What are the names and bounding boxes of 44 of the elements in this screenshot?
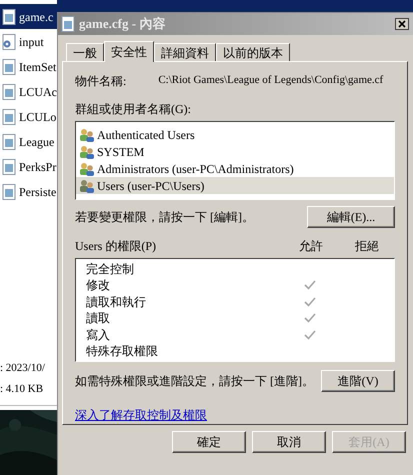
deny-header: 拒絕: [354, 238, 380, 255]
file-item[interactable]: input: [0, 29, 57, 54]
users-icon: [79, 178, 95, 192]
group-item[interactable]: SYSTEM: [76, 143, 394, 160]
file-item[interactable]: PerksPr: [0, 154, 57, 179]
file-item[interactable]: game.c: [0, 4, 57, 29]
file-item[interactable]: League: [0, 129, 57, 154]
permission-name: 讀取和執行: [86, 294, 147, 311]
groups-label: 群組或使用者名稱(G):: [75, 101, 192, 118]
window-title: game.cfg - 內容: [79, 15, 166, 34]
tab[interactable]: 以前的版本: [216, 43, 290, 61]
close-icon[interactable]: [395, 18, 409, 30]
edit-hint: 若要變更權限，請按一下 [編輯]。: [75, 208, 254, 226]
permission-name: 完全控制: [86, 260, 135, 278]
help-link[interactable]: 深入了解存取控制及權限: [75, 406, 207, 424]
advanced-button[interactable]: 進階(V): [321, 370, 395, 392]
file-item[interactable]: LCUAc: [0, 79, 57, 104]
permission-name: 讀取: [86, 310, 111, 328]
file-item[interactable]: LCULo: [0, 104, 57, 129]
edit-button[interactable]: 編輯(E)...: [307, 206, 395, 228]
group-item[interactable]: Administrators (user-PC\Administrators): [76, 160, 394, 177]
permission-name: 修改: [86, 277, 111, 294]
users-icon: [79, 128, 95, 142]
file-item[interactable]: ItemSet: [0, 54, 57, 79]
permission-name: 特殊存取權限: [86, 343, 159, 360]
group-item[interactable]: Authenticated Users: [76, 126, 394, 143]
group-item[interactable]: Users (user-PC\Users): [76, 177, 394, 194]
tab[interactable]: 安全性: [104, 41, 154, 62]
allow-header: 允許: [298, 238, 324, 255]
detail-text: : 2023/10/: [0, 361, 46, 376]
dialog-button[interactable]: 確定: [172, 431, 246, 453]
object-path: C:\Riot Games\League of Legends\Config\game.cf: [158, 73, 384, 88]
permissions-label: Users 的權限(P): [75, 238, 157, 255]
users-icon: [79, 162, 95, 176]
dialog-button[interactable]: 取消: [252, 431, 326, 453]
object-label: 物件名稱:: [75, 73, 126, 90]
file-item[interactable]: Persiste: [0, 179, 57, 204]
permission-name: 寫入: [86, 326, 111, 344]
file-icon: [61, 16, 75, 32]
file-icon: [2, 8, 16, 24]
detail-text: : 4.10 KB: [0, 382, 44, 396]
users-icon: [79, 144, 95, 158]
advanced-hint: 如需特殊權限或進階設定，請按一下 [進階]。: [75, 373, 314, 390]
tab[interactable]: 詳細資料: [154, 43, 216, 61]
